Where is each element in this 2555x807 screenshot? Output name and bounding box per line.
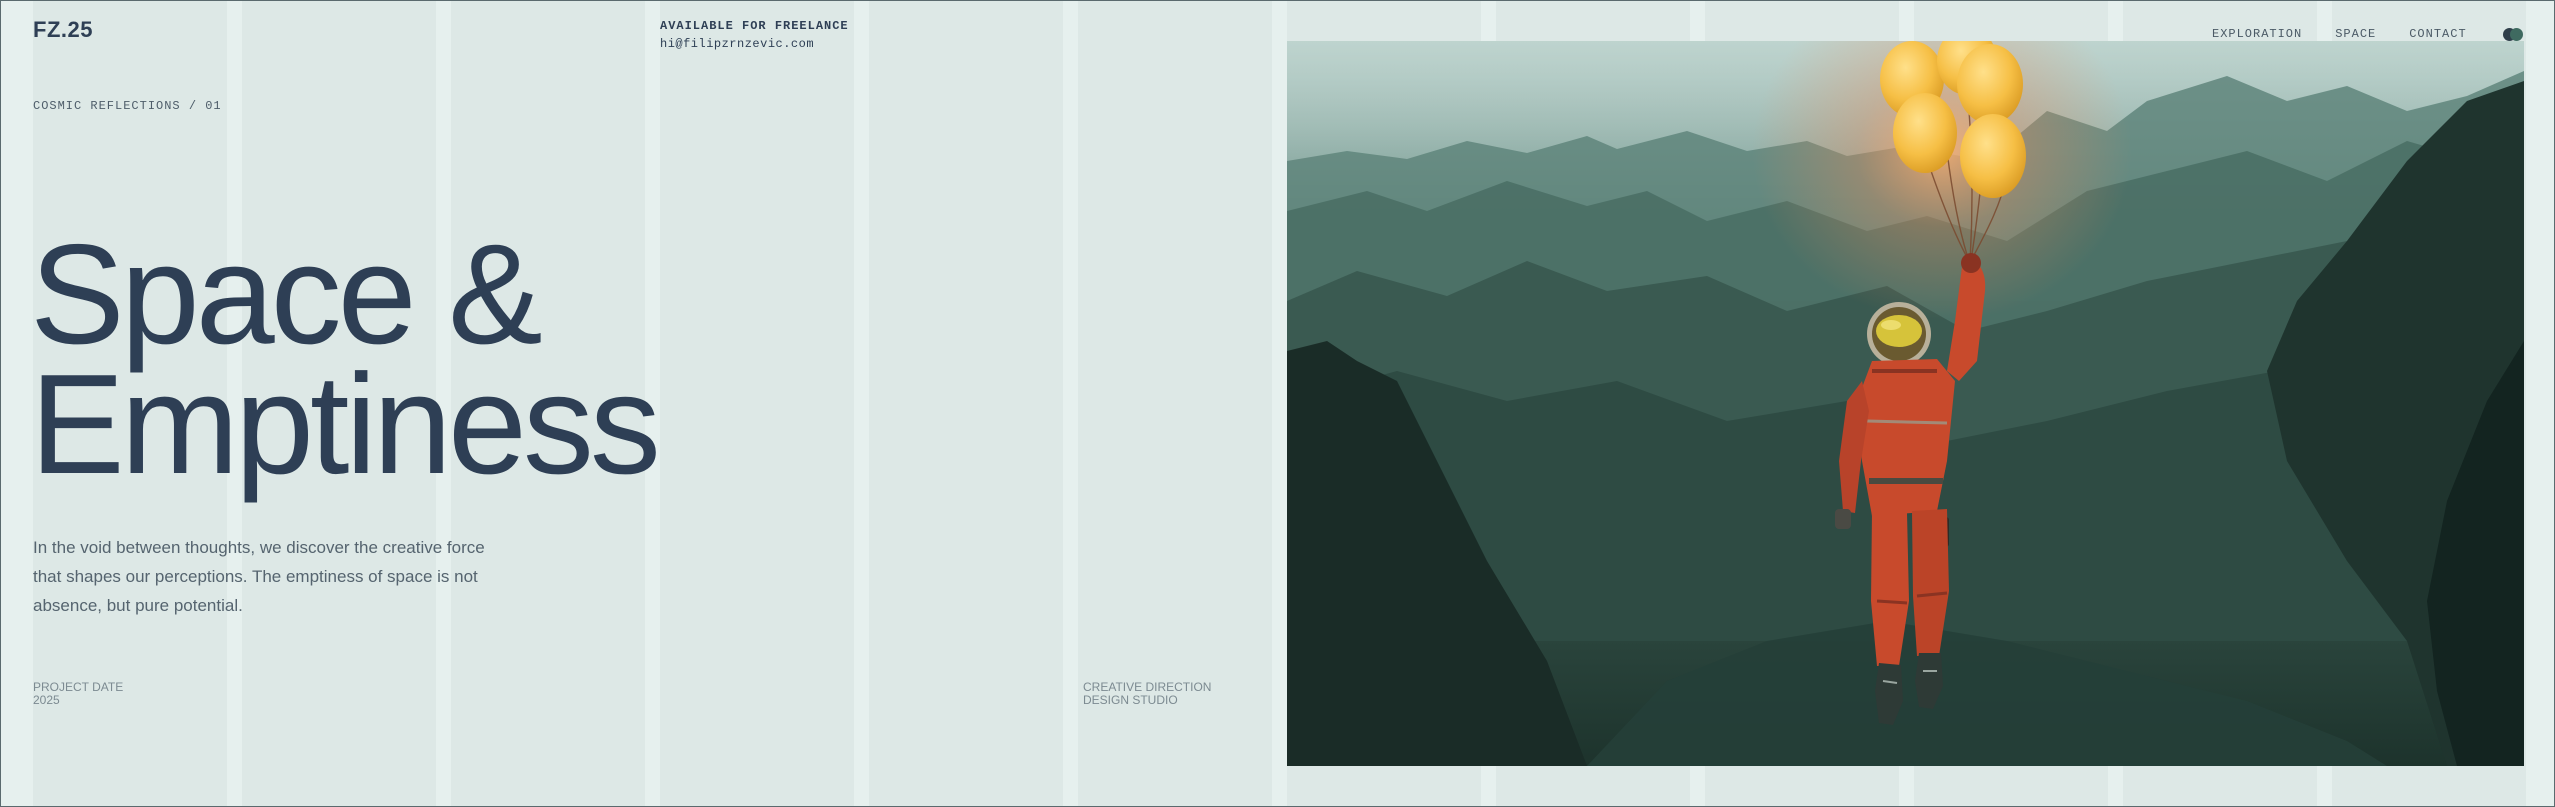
hero-image <box>1287 41 2524 766</box>
grid-column <box>869 0 1063 807</box>
site-logo[interactable]: FZ.25 <box>33 17 93 43</box>
project-date: PROJECT DATE 2025 <box>33 681 123 707</box>
nav-link-space[interactable]: SPACE <box>2335 27 2376 41</box>
intro-line: In the void between thoughts, we discove… <box>33 538 485 557</box>
discipline-info: CREATIVE DIRECTION DESIGN STUDIO <box>1083 681 1211 707</box>
project-date-value: 2025 <box>33 693 60 707</box>
intro-paragraph: In the void between thoughts, we discove… <box>33 533 503 620</box>
section-eyebrow: COSMIC REFLECTIONS / 01 <box>33 99 222 113</box>
title-line: Emptiness <box>30 345 661 504</box>
discipline-line: DESIGN STUDIO <box>1083 693 1178 707</box>
freelance-contact: AVAILABLE FOR FREELANCE hi@filipzrnzevic… <box>660 19 849 51</box>
toggle-dot-icon <box>2510 28 2523 41</box>
title-line: Space & <box>30 215 543 374</box>
availability-status: AVAILABLE FOR FREELANCE <box>660 19 849 33</box>
page-title: Space & Emptiness <box>30 215 661 504</box>
main-nav: EXPLORATION SPACE CONTACT <box>2212 27 2467 41</box>
astronaut-balloons-illustration <box>1287 41 2524 766</box>
nav-link-exploration[interactable]: EXPLORATION <box>2212 27 2302 41</box>
nav-link-contact[interactable]: CONTACT <box>2409 27 2466 41</box>
grid-column <box>660 0 854 807</box>
email-link[interactable]: hi@filipzrnzevic.com <box>660 37 849 51</box>
theme-toggle[interactable] <box>2503 28 2523 41</box>
intro-line: absence, but pure potential. <box>33 596 243 615</box>
intro-line: that shapes our perceptions. The emptine… <box>33 567 478 586</box>
